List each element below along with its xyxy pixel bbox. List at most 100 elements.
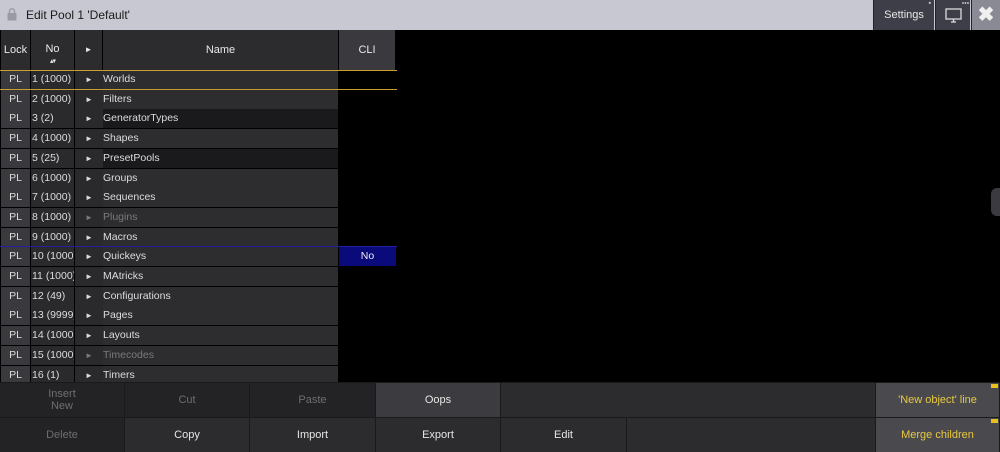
lock-cell[interactable]: PL (1, 70, 30, 89)
no-cell[interactable]: 4 (1000) (31, 129, 74, 149)
cli-cell[interactable] (339, 129, 396, 148)
lock-cell[interactable]: PL (1, 207, 30, 227)
name-cell[interactable]: Timers (103, 365, 338, 382)
table-row[interactable]: PL 15 (1000) ► Timecodes (0, 345, 397, 366)
no-cell[interactable]: 6 (1000) (31, 168, 74, 188)
merge-children-toggle[interactable]: Merge children (876, 417, 1000, 452)
expand-arrow-icon[interactable]: ► (75, 286, 103, 306)
cli-cell[interactable] (339, 149, 396, 168)
cli-cell[interactable] (339, 109, 396, 128)
expand-arrow-icon[interactable]: ► (75, 306, 103, 326)
table-row[interactable]: PL 4 (1000) ► Shapes (0, 129, 397, 149)
name-cell[interactable]: Layouts (103, 326, 338, 346)
table-row[interactable]: PL 12 (49) ► Configurations (0, 286, 397, 307)
side-drawer-handle[interactable] (991, 188, 1000, 216)
table-row[interactable]: PL 1 (1000) ► Worlds (0, 70, 397, 90)
table-row[interactable]: PL 7 (1000) ► Sequences (0, 188, 397, 208)
name-cell[interactable]: Timecodes (103, 345, 338, 365)
table-row[interactable]: PL 16 (1) ► Timers (0, 365, 397, 383)
expand-arrow-icon[interactable]: ► (75, 247, 103, 267)
cli-cell[interactable] (339, 188, 396, 207)
lock-cell[interactable]: PL (1, 148, 30, 168)
lock-cell[interactable]: PL (1, 365, 30, 382)
lock-cell[interactable]: PL (1, 345, 30, 365)
lock-cell[interactable]: PL (1, 129, 30, 149)
cut-button[interactable]: Cut (125, 382, 250, 417)
name-cell[interactable]: MAtricks (103, 267, 338, 286)
lock-cell[interactable]: PL (1, 188, 30, 208)
expand-arrow-icon[interactable]: ► (75, 188, 103, 208)
lock-cell[interactable]: PL (1, 267, 30, 286)
export-button[interactable]: Export (376, 417, 501, 452)
no-cell[interactable]: 3 (2) (31, 109, 74, 129)
lock-cell[interactable]: PL (1, 227, 30, 247)
paste-button[interactable]: Paste (250, 382, 376, 417)
no-cell[interactable]: 2 (1000) (31, 89, 74, 109)
no-cell[interactable]: 14 (1000) (31, 326, 74, 346)
no-cell[interactable]: 15 (1000) (31, 345, 74, 365)
expand-arrow-icon[interactable]: ► (75, 267, 103, 286)
no-cell[interactable]: 8 (1000) (31, 207, 74, 227)
cli-cell[interactable] (339, 169, 396, 188)
no-cell[interactable]: 1 (1000) (31, 70, 74, 89)
col-header-name[interactable]: Name (103, 30, 339, 70)
cli-cell[interactable] (339, 90, 396, 109)
cli-cell[interactable] (339, 326, 396, 345)
name-cell[interactable]: Sequences (103, 188, 338, 208)
name-cell[interactable]: Groups (103, 168, 338, 188)
no-cell[interactable]: 12 (49) (31, 286, 74, 306)
lock-cell[interactable]: PL (1, 109, 30, 129)
lock-cell[interactable]: PL (1, 247, 30, 267)
col-header-cli[interactable]: CLI (339, 30, 396, 70)
expand-arrow-icon[interactable]: ► (75, 109, 103, 129)
table-row[interactable]: PL 3 (2) ► GeneratorTypes (0, 109, 397, 129)
close-button[interactable]: ✖ (971, 0, 1000, 30)
table-row[interactable]: PL 8 (1000) ► Plugins (0, 207, 397, 228)
cli-cell[interactable] (339, 287, 396, 306)
lock-cell[interactable]: PL (1, 168, 30, 188)
expand-arrow-icon[interactable]: ► (75, 148, 103, 168)
table-row[interactable]: PL 6 (1000) ► Groups (0, 168, 397, 189)
no-cell[interactable]: 10 (1000) (31, 247, 74, 267)
no-cell[interactable]: 5 (25) (31, 148, 74, 168)
no-cell[interactable]: 13 (9999) (31, 306, 74, 326)
table-row[interactable]: PL 10 (1000) ► Quickeys No (0, 247, 397, 267)
expand-arrow-icon[interactable]: ► (75, 345, 103, 365)
name-cell[interactable]: Plugins (103, 207, 338, 227)
cli-cell[interactable] (339, 228, 396, 247)
table-row[interactable]: PL 5 (25) ► PresetPools (0, 148, 397, 169)
cli-cell[interactable] (339, 346, 396, 365)
cli-cell[interactable] (339, 267, 396, 286)
expand-arrow-icon[interactable]: ► (75, 168, 103, 188)
insert-new-button[interactable]: Insert New (0, 382, 125, 417)
table-row[interactable]: PL 9 (1000) ► Macros (0, 227, 397, 248)
no-cell[interactable]: 16 (1) (31, 365, 74, 382)
expand-arrow-icon[interactable]: ► (75, 207, 103, 227)
table-row[interactable]: PL 11 (1000) ► MAtricks (0, 267, 397, 287)
expand-arrow-icon[interactable]: ► (75, 70, 103, 89)
cli-cell[interactable] (339, 366, 396, 383)
col-header-arrow[interactable]: ► (75, 30, 103, 70)
cli-cell[interactable]: No (339, 247, 396, 267)
no-cell[interactable]: 7 (1000) (31, 188, 74, 208)
expand-arrow-icon[interactable]: ► (75, 129, 103, 149)
expand-arrow-icon[interactable]: ► (75, 89, 103, 109)
name-cell[interactable]: Shapes (103, 129, 338, 149)
name-cell[interactable]: Worlds (103, 70, 338, 89)
delete-button[interactable]: Delete (0, 417, 125, 452)
table-row[interactable]: PL 2 (1000) ► Filters (0, 89, 397, 110)
name-cell[interactable]: Quickeys (103, 247, 338, 267)
col-header-lock[interactable]: Lock (1, 30, 31, 70)
edit-button[interactable]: Edit (501, 417, 627, 452)
screen-button[interactable] (935, 0, 970, 30)
cli-cell[interactable] (339, 208, 396, 227)
lock-cell[interactable]: PL (1, 326, 30, 346)
name-cell[interactable]: Macros (103, 227, 338, 247)
table-row[interactable]: PL 14 (1000) ► Layouts (0, 326, 397, 346)
expand-arrow-icon[interactable]: ► (75, 227, 103, 247)
oops-button[interactable]: Oops (376, 382, 501, 417)
table-row[interactable]: PL 13 (9999) ► Pages (0, 306, 397, 326)
name-cell[interactable]: PresetPools (103, 148, 338, 168)
new-object-line-toggle[interactable]: 'New object' line (876, 382, 1000, 417)
name-cell[interactable]: Pages (103, 306, 338, 326)
